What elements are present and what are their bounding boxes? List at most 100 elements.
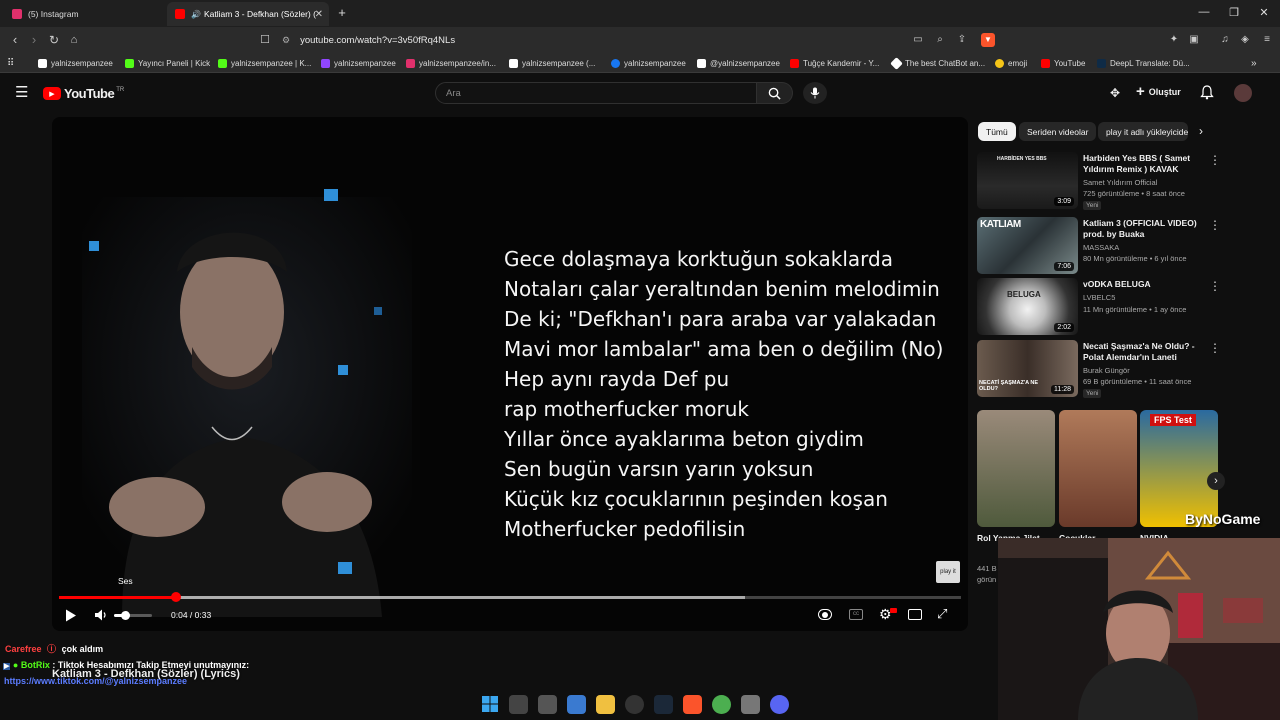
- emoji-icon: [995, 59, 1004, 68]
- more-options-icon[interactable]: ⋮: [1209, 279, 1221, 293]
- menu-icon[interactable]: ≡: [1260, 33, 1274, 47]
- bookmark-item[interactable]: emoji: [995, 57, 1027, 70]
- extensions-icon[interactable]: ✦: [1167, 33, 1181, 47]
- channel-watermark[interactable]: play it: [936, 561, 960, 583]
- minimize-icon[interactable]: —: [1196, 6, 1212, 18]
- chevron-right-icon[interactable]: ›: [1199, 124, 1203, 138]
- zoom-icon[interactable]: ⌕: [933, 33, 947, 47]
- site-info-icon[interactable]: ⚙: [282, 35, 290, 46]
- restore-icon[interactable]: ❐: [1226, 6, 1242, 19]
- file-explorer-icon[interactable]: [596, 694, 615, 714]
- app-icon[interactable]: [538, 694, 557, 714]
- recommended-video[interactable]: NECATİ ŞAŞMAZ'A NE OLDU? 11:28 Necati Şa…: [977, 340, 1267, 398]
- short-thumbnail[interactable]: FPS Test: [1140, 410, 1218, 527]
- back-icon[interactable]: ‹: [7, 32, 23, 48]
- recommended-video[interactable]: BELUGA 2:02 vODKA BELUGA LVBELC5 11 Mn g…: [977, 278, 1267, 336]
- task-view-icon[interactable]: [509, 694, 528, 714]
- bookmark-item[interactable]: The best ChatBot an...: [890, 57, 985, 70]
- chat-link[interactable]: https://www.tiktok.com/@yalnizsempanzee: [4, 676, 187, 686]
- channel-name[interactable]: Burak Güngör: [1083, 366, 1130, 375]
- video-title[interactable]: Harbiden Yes BBS ( Samet Yıldırım Remix …: [1083, 153, 1205, 175]
- bookmark-item[interactable]: DeepL Translate: Dü...: [1097, 57, 1190, 70]
- play-button[interactable]: [65, 609, 77, 625]
- search-input[interactable]: Ara: [435, 82, 757, 104]
- create-button[interactable]: + Oluştur: [1136, 84, 1181, 99]
- subtitles-button[interactable]: cc: [849, 609, 863, 620]
- video-thumbnail[interactable]: BELUGA 2:02: [977, 278, 1078, 335]
- video-frame-person: [82, 197, 412, 617]
- more-options-icon[interactable]: ⋮: [1209, 341, 1221, 355]
- bookmark-item[interactable]: Tuğçe Kandemir - Y...: [790, 57, 879, 70]
- theater-mode-button[interactable]: [908, 609, 922, 620]
- bookmark-icon[interactable]: ☐: [257, 32, 273, 48]
- channel-name[interactable]: LVBELC5: [1083, 293, 1115, 302]
- recommended-video[interactable]: HARBİDEN YES BBS 3:09 Harbiden Yes BBS (…: [977, 152, 1267, 210]
- vpn-icon[interactable]: ◈: [1238, 33, 1252, 47]
- close-tab-icon[interactable]: ✕: [315, 9, 323, 20]
- video-thumbnail[interactable]: HARBİDEN YES BBS 3:09: [977, 152, 1078, 209]
- bookmark-item[interactable]: Yayıncı Paneli | Kick: [125, 57, 210, 70]
- video-title[interactable]: Katliam 3 (OFFICIAL VIDEO) prod. by Buak…: [1083, 218, 1205, 240]
- notifications-bell-icon[interactable]: [1200, 85, 1214, 105]
- more-options-icon[interactable]: ⋮: [1209, 218, 1221, 232]
- media-player-icon[interactable]: [741, 694, 760, 714]
- voice-search-button[interactable]: [803, 82, 827, 104]
- fullscreen-icon[interactable]: ⤢: [937, 606, 947, 622]
- video-title[interactable]: Necati Şaşmaz'a Ne Oldu? - Polat Alemdar…: [1083, 341, 1205, 363]
- steam-icon[interactable]: [654, 694, 673, 714]
- bookmark-item[interactable]: yalnizsempanzee/in...: [406, 57, 496, 70]
- bookmark-item[interactable]: YouTube: [1041, 57, 1085, 70]
- channel-name[interactable]: MASSAKA: [1083, 243, 1119, 252]
- cast-icon[interactable]: ▭: [911, 33, 925, 47]
- avatar[interactable]: [1234, 84, 1252, 102]
- autoplay-toggle[interactable]: [818, 609, 832, 620]
- short-thumbnail[interactable]: [1059, 410, 1137, 527]
- volume-slider[interactable]: [114, 611, 152, 620]
- more-bookmarks-icon[interactable]: »: [1251, 57, 1257, 70]
- forward-icon[interactable]: ›: [26, 32, 42, 48]
- bookmark-item[interactable]: @yalnizsempanzee: [697, 57, 780, 70]
- bookmark-item[interactable]: yalnizsempanzee: [321, 57, 396, 70]
- channel-name[interactable]: Samet Yıldırım Official: [1083, 178, 1157, 187]
- start-icon[interactable]: [480, 695, 499, 714]
- mute-button[interactable]: [94, 608, 108, 625]
- shorts-next-icon[interactable]: ›: [1207, 472, 1225, 490]
- brave-icon[interactable]: [683, 694, 702, 714]
- sidebar-icon[interactable]: ▣: [1187, 33, 1201, 47]
- home-icon[interactable]: ⌂: [66, 32, 82, 48]
- recommended-video[interactable]: KATLIAM 7:06 Katliam 3 (OFFICIAL VIDEO) …: [977, 217, 1267, 275]
- close-window-icon[interactable]: ✕: [1256, 6, 1272, 19]
- chrome-icon[interactable]: [712, 694, 731, 714]
- youtube-logo[interactable]: ▶ YouTube TR: [43, 86, 124, 101]
- progress-bar[interactable]: [59, 592, 961, 602]
- short-thumbnail[interactable]: [977, 410, 1055, 527]
- new-tab-button[interactable]: +: [334, 5, 350, 20]
- photos-icon[interactable]: [567, 694, 586, 714]
- volume-knob[interactable]: [121, 611, 131, 620]
- video-title[interactable]: vODKA BELUGA: [1083, 279, 1205, 290]
- tab-instagram[interactable]: (5) Instagram: [4, 2, 164, 26]
- search-button[interactable]: [757, 82, 793, 104]
- video-thumbnail[interactable]: NECATİ ŞAŞMAZ'A NE OLDU? 11:28: [977, 340, 1078, 397]
- chip-uploader[interactable]: play it adlı yükleyiciden: [1098, 122, 1188, 141]
- tab-youtube-active[interactable]: 🔊 Katliam 3 - Defkhan (Sözler) ( ✕: [167, 2, 329, 26]
- video-thumbnail[interactable]: KATLIAM 7:06: [977, 217, 1078, 274]
- url-field[interactable]: ⚙ youtube.com/watch?v=3v50fRq4NLs: [282, 30, 1002, 50]
- discord-icon[interactable]: [770, 694, 789, 714]
- video-player[interactable]: Gece dolaşmaya korktuğun sokaklarda Nota…: [52, 117, 968, 631]
- chip-all[interactable]: Tümü: [978, 122, 1016, 141]
- obs-icon[interactable]: [625, 694, 644, 714]
- reload-icon[interactable]: ↻: [46, 32, 62, 48]
- bookmark-item[interactable]: yalnizsempanzee: [611, 57, 686, 70]
- bookmark-item[interactable]: yalnizsempanzee (...: [509, 57, 595, 70]
- yt-extension-icon[interactable]: ✥: [1110, 86, 1120, 100]
- brave-shield-icon[interactable]: ▼: [981, 33, 995, 47]
- apps-icon[interactable]: ⠿: [7, 57, 14, 70]
- menu-icon[interactable]: ☰: [15, 85, 28, 100]
- bookmark-item[interactable]: yalnizsempanzee | K...: [218, 57, 311, 70]
- chip-series[interactable]: Seriden videolar: [1019, 122, 1097, 141]
- share-icon[interactable]: ⇪: [955, 33, 969, 47]
- media-icon[interactable]: ♫: [1218, 33, 1232, 47]
- bookmark-item[interactable]: yalnizsempanzee: [38, 57, 113, 70]
- more-options-icon[interactable]: ⋮: [1209, 153, 1221, 167]
